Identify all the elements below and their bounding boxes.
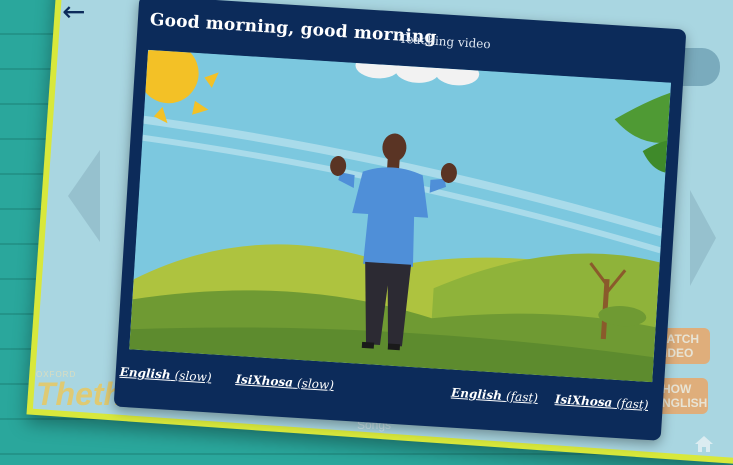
home-icon[interactable]	[694, 434, 714, 454]
video-player[interactable]	[129, 49, 672, 383]
next-arrow-icon[interactable]	[690, 190, 716, 286]
previous-arrow-icon[interactable]	[68, 150, 100, 242]
back-arrow-icon[interactable]: ←	[62, 0, 92, 26]
link-english-slow-variant: (slow)	[174, 368, 212, 385]
link-isixhosa-fast-lang: IsiXhosa	[554, 392, 613, 410]
link-isixhosa-fast[interactable]: IsiXhosa (fast)	[554, 392, 648, 412]
modal-subtitle: Teaching video	[398, 31, 491, 52]
link-english-fast-variant: (fast)	[505, 389, 539, 406]
video-frame	[129, 49, 672, 383]
link-isixhosa-slow-variant: (slow)	[296, 375, 335, 393]
link-isixhosa-fast-variant: (fast)	[616, 395, 649, 412]
link-english-fast[interactable]: English (fast)	[451, 386, 539, 405]
modal-title: Good morning, good morning	[149, 9, 438, 48]
link-isixhosa-slow[interactable]: IsiXhosa (slow)	[235, 372, 334, 392]
link-english-slow-lang: English	[119, 364, 171, 382]
link-isixhosa-slow-lang: IsiXhosa	[235, 372, 294, 390]
link-english-slow[interactable]: English (slow)	[119, 365, 212, 385]
teaching-video-modal: Good morning, good morning Teaching vide…	[113, 0, 687, 441]
link-english-fast-lang: English	[450, 385, 503, 403]
